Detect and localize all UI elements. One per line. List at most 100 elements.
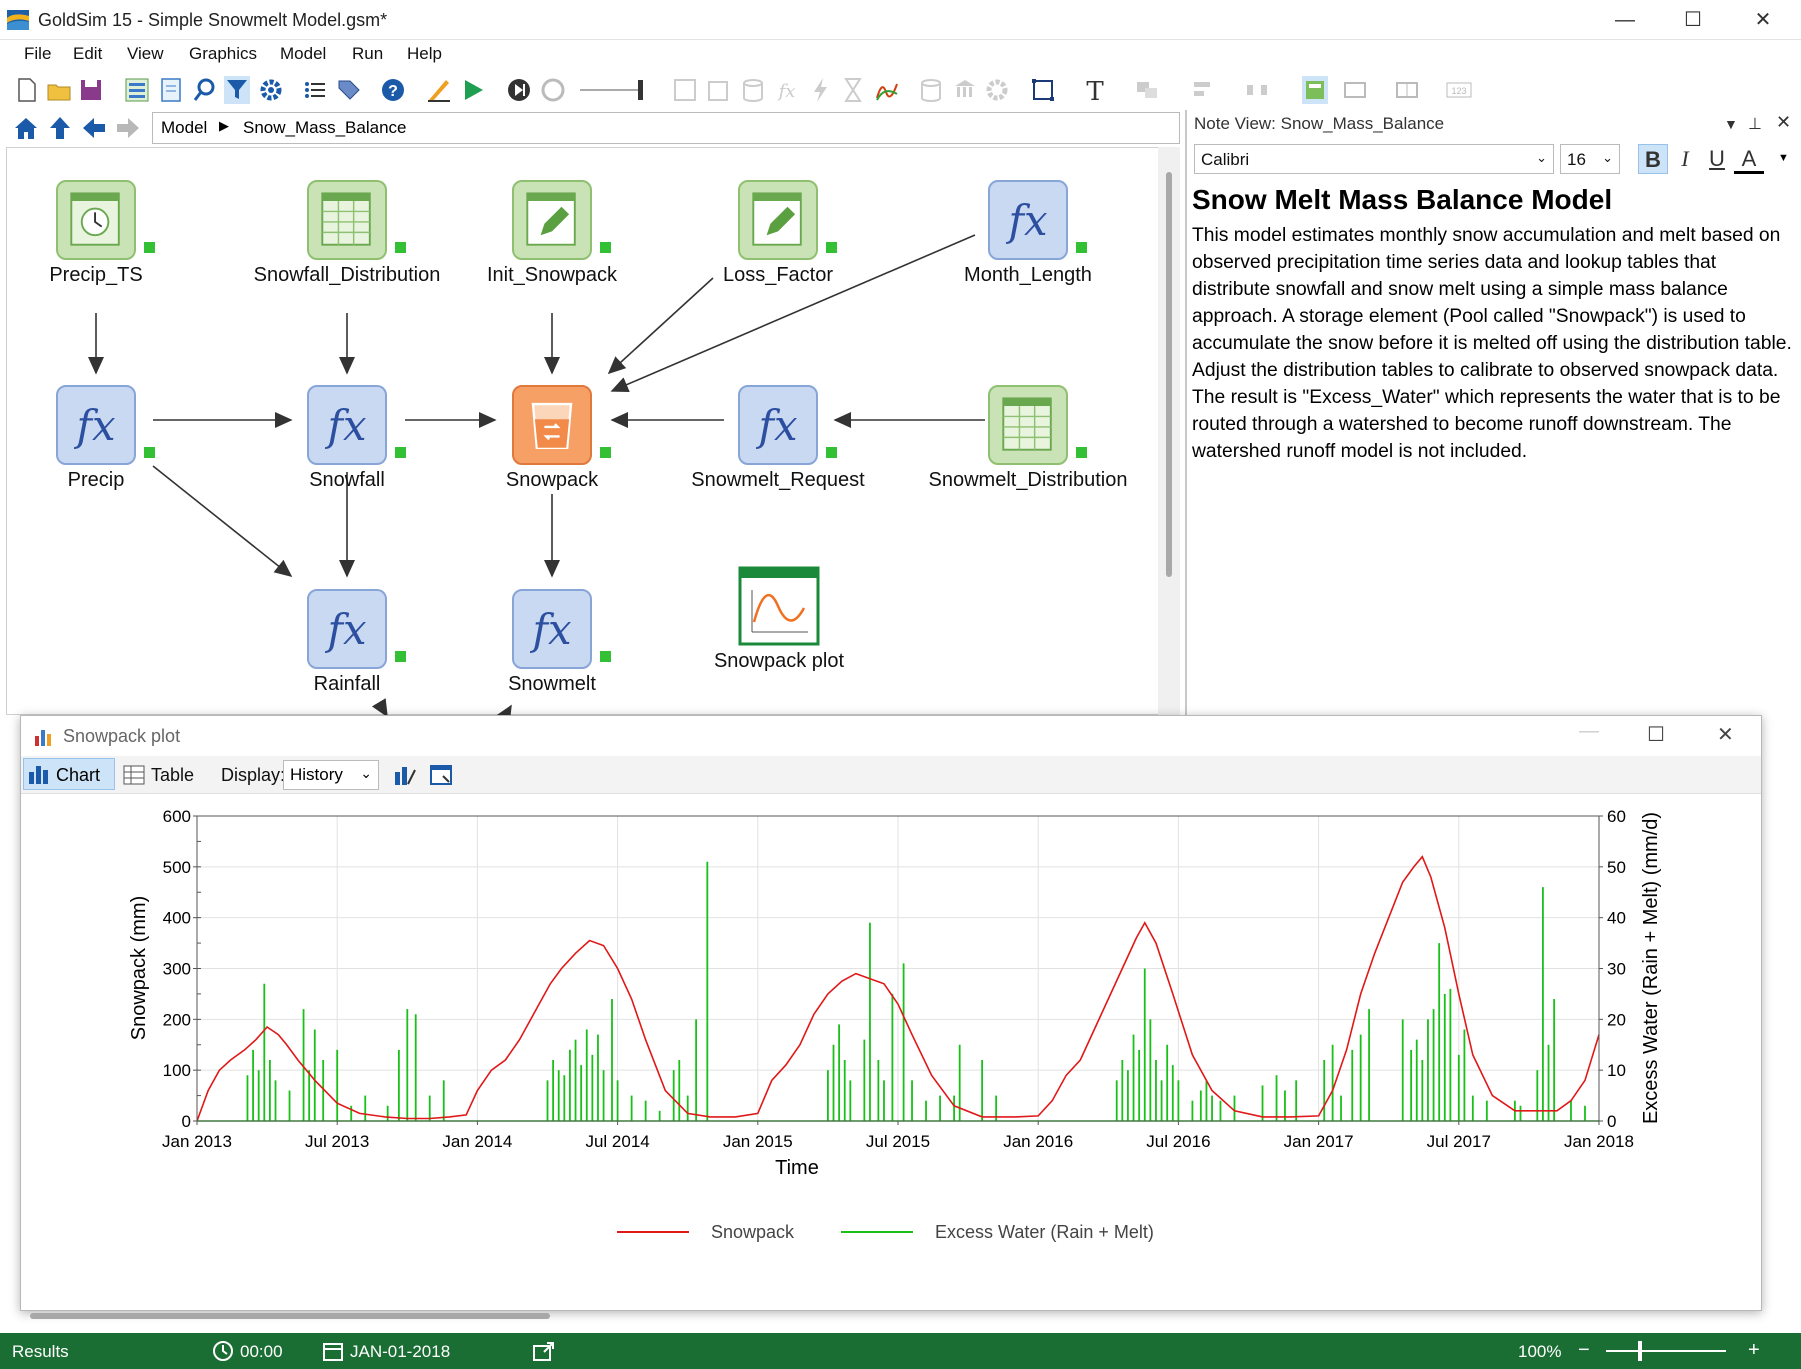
minimize-button[interactable]: — bbox=[1602, 4, 1648, 36]
bar-chart-icon bbox=[35, 730, 51, 746]
x-tick-label: Jul 2017 bbox=[1427, 1132, 1491, 1151]
status-indicator bbox=[600, 447, 611, 458]
menu-help[interactable]: Help bbox=[407, 44, 442, 64]
breadcrumb[interactable]: Model ▶ Snow_Mass_Balance bbox=[152, 112, 1180, 144]
bold-button[interactable]: B bbox=[1638, 144, 1668, 174]
x-tick-label: Jul 2013 bbox=[305, 1132, 369, 1151]
expression-fx-icon: fx bbox=[512, 589, 592, 669]
menu-model[interactable]: Model bbox=[280, 44, 326, 64]
lookup-table-icon bbox=[988, 385, 1068, 465]
canvas-scrollbar[interactable] bbox=[1158, 147, 1180, 715]
tab-table[interactable]: Table bbox=[151, 765, 194, 786]
font-size-select[interactable]: 16 ⌄ bbox=[1560, 144, 1620, 174]
y-tick-label: 300 bbox=[163, 960, 191, 979]
arrange-icon bbox=[1137, 82, 1157, 98]
status-indicator bbox=[600, 651, 611, 662]
chevron-down-icon: ⌄ bbox=[1536, 150, 1547, 165]
edit-mode-icon[interactable] bbox=[426, 76, 452, 104]
zoom-slider-thumb[interactable] bbox=[1638, 1341, 1642, 1361]
find-icon[interactable] bbox=[192, 76, 218, 104]
zoom-slider[interactable] bbox=[1606, 1350, 1726, 1352]
selection-box-icon[interactable] bbox=[1030, 76, 1056, 104]
close-button[interactable]: ✕ bbox=[1740, 4, 1786, 36]
display-select[interactable]: History ⌄ bbox=[283, 760, 379, 790]
menu-view[interactable]: View bbox=[127, 44, 164, 64]
italic-button[interactable]: I bbox=[1670, 144, 1700, 174]
horizontal-scrollbar-thumb[interactable] bbox=[30, 1313, 550, 1319]
run-speed-slider[interactable] bbox=[578, 76, 650, 104]
y2-tick-label: 40 bbox=[1607, 909, 1626, 928]
svg-text:?: ? bbox=[388, 83, 398, 100]
snowpack-chart[interactable]: 0 100 200 300 400 500 600 0 10 20 30 40 50 60 Jan 20… bbox=[21, 794, 1761, 1310]
grid-view-icon[interactable] bbox=[1302, 76, 1328, 104]
x-tick-label: Jul 2014 bbox=[585, 1132, 649, 1151]
x-axis-label: Time bbox=[775, 1157, 819, 1179]
reset-icon[interactable] bbox=[540, 76, 566, 104]
close-pane-icon[interactable]: ✕ bbox=[1776, 112, 1791, 133]
underline-button[interactable]: U bbox=[1702, 144, 1732, 174]
back-arrow-icon[interactable] bbox=[80, 114, 108, 142]
expression-fx-icon: fx bbox=[307, 589, 387, 669]
save-icon[interactable] bbox=[78, 76, 104, 104]
menu-run[interactable]: Run bbox=[352, 44, 383, 64]
expression-fx-icon: fx bbox=[307, 385, 387, 465]
note-title: Snow Melt Mass Balance Model bbox=[1192, 184, 1613, 215]
x-axis-ticks: Jan 2013 Jul 2013 Jan 2014 Jul 2014 Jan 2015… bbox=[162, 1121, 1634, 1151]
x-tick-label: Jan 2013 bbox=[162, 1132, 232, 1151]
chart-style-icon[interactable] bbox=[393, 764, 417, 786]
note-icon[interactable] bbox=[158, 76, 184, 104]
svg-text:fx: fx bbox=[529, 605, 571, 654]
pane-divider[interactable] bbox=[1185, 110, 1187, 715]
y-tick-label: 200 bbox=[163, 1010, 191, 1029]
new-file-icon[interactable] bbox=[14, 76, 40, 104]
breadcrumb-root[interactable]: Model bbox=[161, 118, 207, 138]
status-indicator bbox=[826, 447, 837, 458]
export-results-icon[interactable] bbox=[532, 1340, 556, 1362]
forward-arrow-icon[interactable] bbox=[114, 114, 142, 142]
open-folder-icon[interactable] bbox=[46, 76, 72, 104]
menu-file[interactable]: File bbox=[24, 44, 51, 64]
node-label: Precip bbox=[67, 469, 125, 491]
note-format-toolbar: Calibri ⌄ 16 ⌄ B I U A ▼ bbox=[1188, 142, 1801, 178]
text-tool-icon[interactable]: T bbox=[1082, 76, 1108, 104]
browser-view-icon[interactable] bbox=[124, 76, 150, 104]
zoom-in-button[interactable]: + bbox=[1748, 1339, 1760, 1362]
chevron-down-icon: ⌄ bbox=[1602, 150, 1613, 165]
settings-gear-icon[interactable] bbox=[258, 76, 284, 104]
list-icon[interactable] bbox=[302, 76, 328, 104]
menu-edit[interactable]: Edit bbox=[73, 44, 102, 64]
chevron-down-icon[interactable]: ▼ bbox=[1778, 152, 1789, 164]
help-icon[interactable]: ? bbox=[380, 76, 406, 104]
tag-icon[interactable] bbox=[336, 76, 362, 104]
filter-icon[interactable] bbox=[224, 76, 250, 104]
font-family-select[interactable]: Calibri ⌄ bbox=[1194, 144, 1554, 174]
status-indicator bbox=[1076, 242, 1087, 253]
pin-icon[interactable]: ⊥ bbox=[1748, 114, 1762, 134]
zoom-out-button[interactable]: − bbox=[1578, 1339, 1590, 1362]
maximize-button[interactable]: ☐ bbox=[1647, 722, 1665, 747]
model-canvas[interactable]: Precip_TS Snowfall_Distribution Init_Sno… bbox=[6, 147, 1166, 716]
tab-chart[interactable]: Chart bbox=[23, 758, 115, 790]
minimize-button[interactable]: — bbox=[1579, 720, 1599, 743]
node-label: Loss_Factor bbox=[722, 264, 834, 286]
expression-fx-icon: fx bbox=[56, 385, 136, 465]
home-icon[interactable] bbox=[12, 114, 40, 142]
breadcrumb-current[interactable]: Snow_Mass_Balance bbox=[243, 118, 406, 138]
legend-excess-water-label: Excess Water (Rain + Melt) bbox=[935, 1222, 1154, 1242]
menu-graphics[interactable]: Graphics bbox=[189, 44, 257, 64]
status-indicator bbox=[395, 242, 406, 253]
dropdown-icon[interactable]: ▼ bbox=[1724, 116, 1738, 132]
result-chart-icon[interactable] bbox=[874, 76, 900, 104]
note-body[interactable]: This model estimates monthly snow accumu… bbox=[1192, 222, 1792, 465]
y-tick-label: 600 bbox=[163, 807, 191, 826]
close-button[interactable]: ✕ bbox=[1717, 722, 1734, 747]
step-icon[interactable] bbox=[506, 76, 532, 104]
table-icon[interactable] bbox=[123, 765, 145, 785]
font-color-button[interactable]: A bbox=[1734, 144, 1764, 174]
scrollbar-thumb[interactable] bbox=[1166, 172, 1172, 577]
up-arrow-icon[interactable] bbox=[46, 114, 74, 142]
run-play-icon[interactable] bbox=[460, 76, 486, 104]
maximize-button[interactable]: ☐ bbox=[1670, 4, 1716, 36]
window-icon bbox=[1344, 82, 1366, 98]
properties-icon[interactable] bbox=[429, 764, 453, 786]
